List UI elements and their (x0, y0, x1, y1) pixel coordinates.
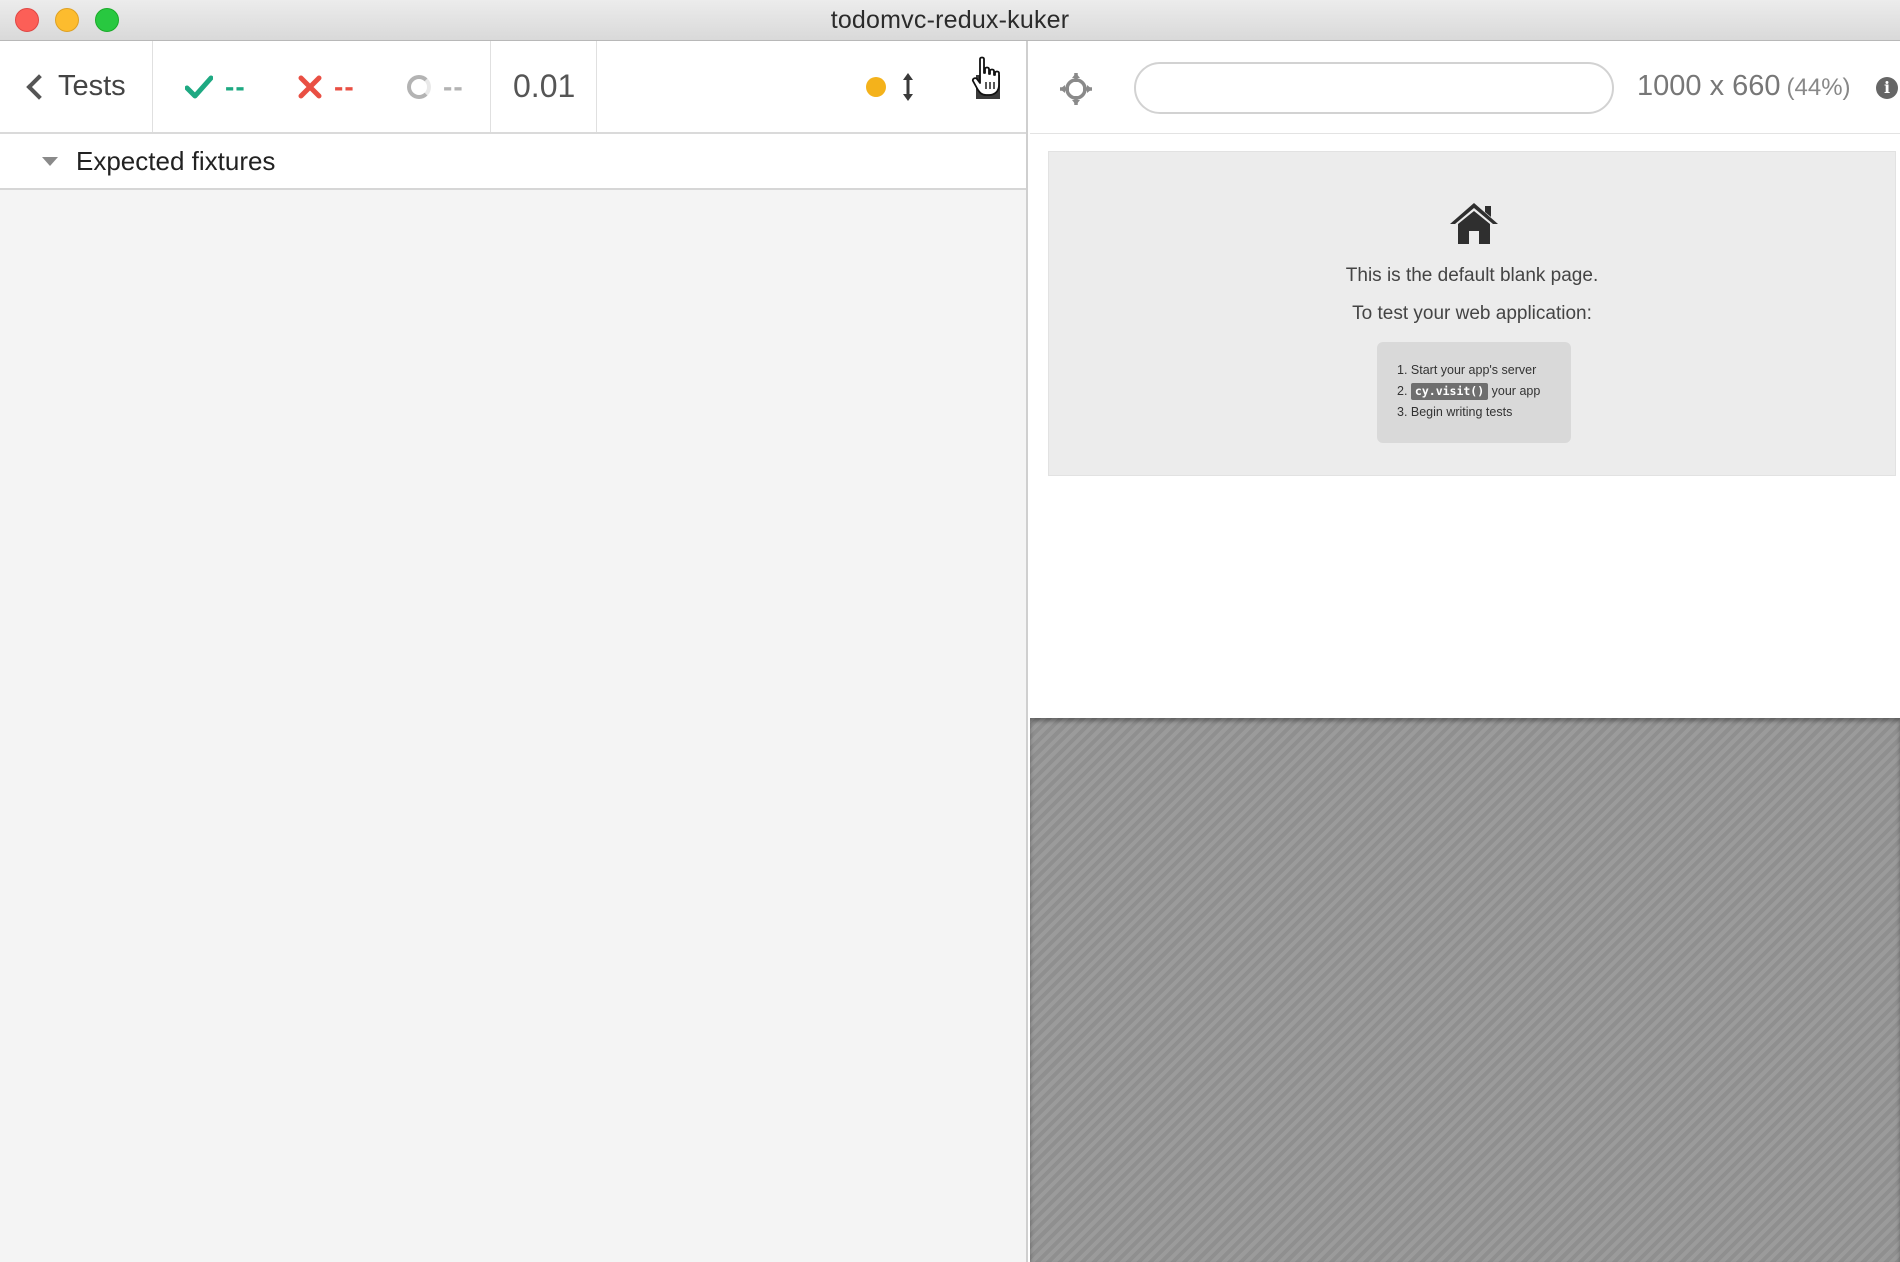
viewport-size-readout: 1000 x 660 (44%) (1637, 70, 1851, 103)
failed-count: -- (334, 70, 355, 102)
url-input[interactable] (1134, 62, 1614, 114)
blank-page-subheading: To test your web application: (1352, 303, 1592, 324)
aut-empty-area (1030, 718, 1900, 1262)
pending-stat: -- (383, 41, 491, 132)
back-label: Tests (58, 70, 126, 102)
scroll-toggle-icon[interactable] (898, 70, 918, 104)
suite-title: Expected fixtures (76, 145, 276, 176)
failed-stat: -- (268, 41, 383, 132)
crosshair-icon[interactable] (1058, 71, 1094, 107)
step-2: 2. cy.visit() your app (1397, 381, 1571, 402)
step-3: 3. Begin writing tests (1397, 405, 1513, 419)
caret-down-icon[interactable] (42, 156, 58, 166)
passed-count: -- (225, 70, 246, 102)
blank-page-card: This is the default blank page. To test … (1048, 151, 1896, 476)
pending-ring-icon (407, 74, 431, 99)
duration-value: 0.01 (513, 68, 576, 104)
step-2-code: cy.visit() (1410, 383, 1489, 400)
stop-icon[interactable] (976, 74, 1000, 99)
viewport-scale: (44%) (1786, 74, 1851, 101)
x-icon (298, 75, 322, 98)
step-2-prefix: 2. (1397, 384, 1408, 398)
info-icon[interactable]: i (1876, 77, 1898, 99)
blank-page-heading: This is the default blank page. (1345, 265, 1599, 286)
suite-row[interactable]: Expected fixtures (0, 134, 1026, 190)
steps-list: 1. Start your app's server 2. cy.visit()… (1377, 342, 1571, 443)
window-title: todomvc-redux-kuker (830, 6, 1070, 34)
stats-bar: Tests -- -- -- 0.01 (0, 41, 1026, 134)
duration-stat: 0.01 (491, 41, 597, 132)
window-titlebar: todomvc-redux-kuker (0, 0, 1900, 41)
chevron-left-icon (26, 73, 52, 100)
running-dot-icon (866, 76, 886, 97)
reporter-panel: Tests -- -- -- 0.01 Expected fixtures (0, 41, 1028, 1262)
step-2-suffix: your app (1491, 384, 1541, 398)
home-icon (1450, 203, 1498, 244)
check-icon (185, 75, 213, 98)
viewport-dimensions: 1000 x 660 (1637, 70, 1781, 102)
pending-count: -- (443, 70, 464, 102)
run-controls (866, 41, 1000, 132)
aut-iframe: This is the default blank page. To test … (1030, 134, 1900, 718)
back-to-tests-button[interactable]: Tests (0, 41, 153, 132)
passed-stat: -- (153, 41, 268, 132)
step-1: 1. Start your app's server (1397, 363, 1537, 377)
